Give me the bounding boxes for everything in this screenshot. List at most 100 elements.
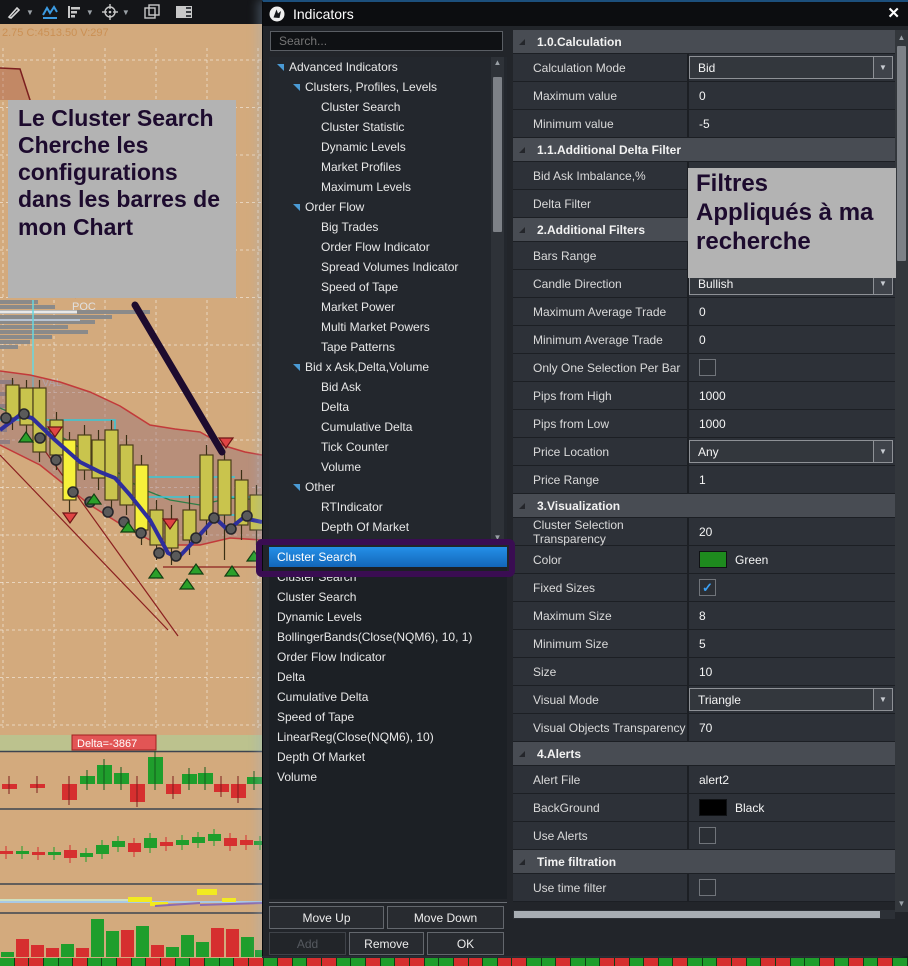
section-collapse-icon[interactable] <box>519 227 525 233</box>
scroll-thumb[interactable] <box>897 46 906 261</box>
applied-indicator-item[interactable]: Volume <box>269 767 507 787</box>
tree-item[interactable]: Order Flow Indicator <box>269 237 507 257</box>
property-value[interactable]: 70 <box>689 714 895 741</box>
section-collapse-icon[interactable] <box>519 503 525 509</box>
crosshair-icon[interactable] <box>100 3 120 21</box>
property-value[interactable]: Triangle▼ <box>689 686 895 713</box>
applied-indicator-item[interactable]: Cluster Search <box>269 587 507 607</box>
checkbox[interactable] <box>699 827 716 844</box>
tree-scrollbar[interactable]: ▲ ▼ <box>491 57 504 544</box>
applied-indicator-item[interactable]: LinearReg(Close(NQM6), 10) <box>269 727 507 747</box>
dom-panel-icon[interactable] <box>174 3 194 21</box>
property-value[interactable]: 0 <box>689 326 895 353</box>
tree-item[interactable]: Dynamic Levels <box>269 137 507 157</box>
property-value[interactable]: 1 <box>689 466 895 493</box>
tree-item[interactable]: Bid Ask <box>269 377 507 397</box>
dropdown[interactable]: Triangle▼ <box>689 688 893 711</box>
scroll-up-icon[interactable]: ▲ <box>895 32 908 44</box>
tree-item[interactable]: Cluster Statistic <box>269 117 507 137</box>
chevron-down-icon[interactable]: ▼ <box>873 689 892 710</box>
checkbox[interactable]: ✓ <box>699 579 716 596</box>
property-value[interactable] <box>689 354 895 381</box>
close-icon[interactable]: ✕ <box>887 4 900 22</box>
property-value[interactable]: -5 <box>689 110 895 137</box>
properties-hscrollbar[interactable] <box>513 910 895 919</box>
property-section-header[interactable]: Time filtration <box>513 850 895 874</box>
tree-expander-icon[interactable] <box>293 204 300 211</box>
tree-item[interactable]: Cluster Search <box>269 97 507 117</box>
applied-indicator-item[interactable]: Dynamic Levels <box>269 607 507 627</box>
tree-item[interactable]: Depth Of Market <box>269 517 507 537</box>
applied-indicator-item[interactable]: Speed of Tape <box>269 707 507 727</box>
move-down-button[interactable]: Move Down <box>387 906 504 929</box>
applied-indicator-item[interactable]: Depth Of Market <box>269 747 507 767</box>
add-button[interactable]: Add <box>269 932 346 955</box>
applied-indicator-item[interactable]: Order Flow Indicator <box>269 647 507 667</box>
property-value[interactable]: Bid▼ <box>689 54 895 81</box>
property-value[interactable]: 1000 <box>689 382 895 409</box>
tree-item[interactable]: RTIndicator <box>269 497 507 517</box>
property-value[interactable]: 1000 <box>689 410 895 437</box>
tree-item[interactable]: Speed of Tape <box>269 277 507 297</box>
draw-tools-caret-icon[interactable]: ▼ <box>26 8 34 17</box>
scroll-up-icon[interactable]: ▲ <box>491 57 504 69</box>
tree-expander-icon[interactable] <box>293 484 300 491</box>
tree-expander-icon[interactable] <box>293 84 300 91</box>
tree-item[interactable]: Market Profiles <box>269 157 507 177</box>
scroll-thumb[interactable] <box>514 911 880 918</box>
tree-item[interactable]: Tick Counter <box>269 437 507 457</box>
tree-item[interactable]: Spread Volumes Indicator <box>269 257 507 277</box>
property-section-header[interactable]: 1.1.Additional Delta Filter <box>513 138 895 162</box>
color-swatch[interactable] <box>699 551 727 568</box>
property-value[interactable]: 20 <box>689 518 895 545</box>
property-value[interactable]: Black <box>689 794 895 821</box>
line-chart-icon[interactable] <box>40 3 60 21</box>
section-collapse-icon[interactable] <box>519 859 525 865</box>
scroll-thumb[interactable] <box>493 77 502 232</box>
tree-item[interactable]: Delta <box>269 397 507 417</box>
draw-tools-icon[interactable] <box>4 3 24 21</box>
tree-item[interactable]: Multi Market Powers <box>269 317 507 337</box>
tree-item[interactable]: Maximum Levels <box>269 177 507 197</box>
dropdown[interactable]: Any▼ <box>689 440 893 463</box>
scroll-down-icon[interactable]: ▼ <box>895 898 908 910</box>
property-value[interactable]: ✓ <box>689 574 895 601</box>
dropdown[interactable]: Bid▼ <box>689 56 893 79</box>
tree-expander-icon[interactable] <box>277 64 284 71</box>
tree-item[interactable]: Big Trades <box>269 217 507 237</box>
remove-button[interactable]: Remove <box>349 932 424 955</box>
tree-item[interactable]: Market Power <box>269 297 507 317</box>
chevron-down-icon[interactable]: ▼ <box>873 57 892 78</box>
layers-icon[interactable] <box>142 3 162 21</box>
tree-item[interactable]: Cumulative Delta <box>269 417 507 437</box>
crosshair-caret-icon[interactable]: ▼ <box>122 8 130 17</box>
section-collapse-icon[interactable] <box>519 147 525 153</box>
section-collapse-icon[interactable] <box>519 39 525 45</box>
ok-button[interactable]: OK <box>427 932 504 955</box>
applied-indicator-item[interactable]: Cumulative Delta <box>269 687 507 707</box>
checkbox[interactable] <box>699 879 716 896</box>
checkbox[interactable] <box>699 359 716 376</box>
property-section-header[interactable]: 4.Alerts <box>513 742 895 766</box>
chevron-down-icon[interactable]: ▼ <box>873 441 892 462</box>
color-swatch[interactable] <box>699 799 727 816</box>
move-up-button[interactable]: Move Up <box>269 906 384 929</box>
property-value[interactable]: 8 <box>689 602 895 629</box>
levels-caret-icon[interactable]: ▼ <box>86 8 94 17</box>
tree-item[interactable]: Clusters, Profiles, Levels <box>269 77 507 97</box>
tree-item[interactable]: Other <box>269 477 507 497</box>
levels-icon[interactable] <box>64 3 84 21</box>
property-value[interactable]: Green <box>689 546 895 573</box>
property-value[interactable] <box>689 822 895 849</box>
properties-scrollbar[interactable]: ▲ ▼ <box>895 30 908 912</box>
tree-item[interactable]: Advanced Indicators <box>269 57 507 77</box>
property-section-header[interactable]: 3.Visualization <box>513 494 895 518</box>
property-value[interactable]: 0 <box>689 298 895 325</box>
property-section-header[interactable]: 1.0.Calculation <box>513 30 895 54</box>
search-input[interactable] <box>270 31 503 51</box>
tree-item[interactable]: Bid x Ask,Delta,Volume <box>269 357 507 377</box>
tree-expander-icon[interactable] <box>293 364 300 371</box>
applied-indicator-item[interactable]: BollingerBands(Close(NQM6), 10, 1) <box>269 627 507 647</box>
property-value[interactable]: 5 <box>689 630 895 657</box>
property-value[interactable]: alert2 <box>689 766 895 793</box>
